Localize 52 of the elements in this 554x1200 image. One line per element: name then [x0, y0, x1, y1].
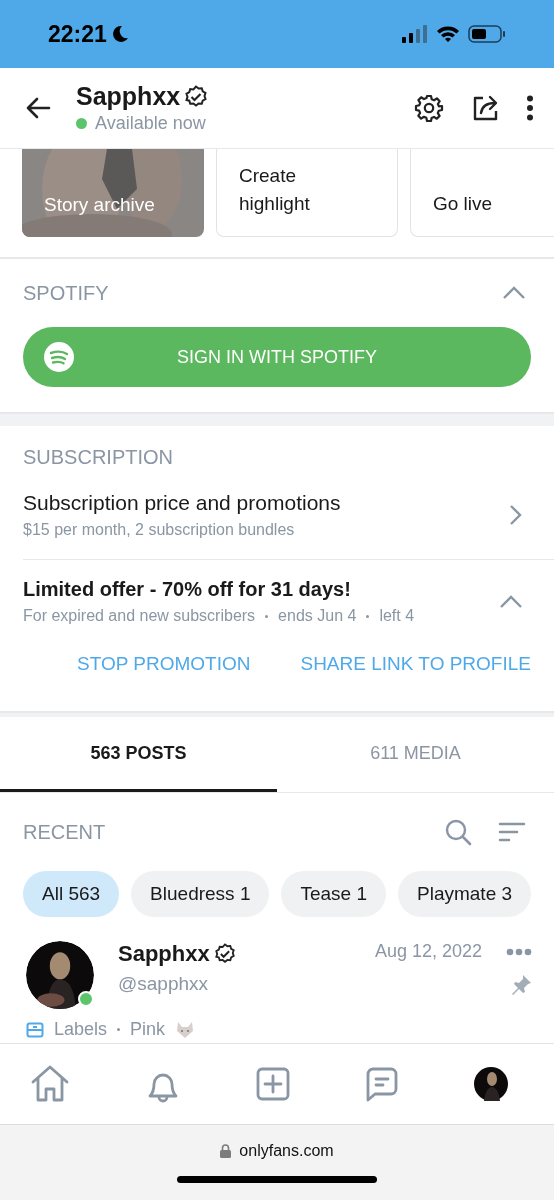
section-title: SUBSCRIPTION — [23, 446, 175, 469]
offer-detail: For expired and new subscribers — [23, 607, 256, 625]
messages-icon[interactable] — [364, 1066, 400, 1102]
chevron-icon[interactable] — [502, 286, 526, 300]
offer-title: Limited offer - 70% off for 31 days! — [23, 578, 352, 601]
settings-icon[interactable] — [414, 93, 444, 123]
profile-name: Sapphxx — [76, 82, 181, 111]
separator-dot — [117, 1028, 121, 1031]
profile-avatar[interactable] — [474, 1067, 508, 1101]
label-icon — [26, 1021, 44, 1038]
subscription-price-row[interactable]: Subscription price and promotions $15 per month, 2 subscription bundles — [23, 491, 554, 539]
tile-label: Story archive — [44, 193, 155, 217]
author-handle: @sapphxx — [118, 973, 210, 995]
chevron-icon[interactable] — [499, 594, 523, 609]
row-title: Subscription price and promotions — [23, 491, 342, 515]
filter-chip[interactable]: Playmate 3 — [398, 871, 532, 917]
section-title: RECENT — [23, 820, 106, 844]
tile-label: Create highlight — [239, 164, 311, 216]
post-label: Labels — [54, 1019, 108, 1040]
post-label: Pink — [130, 1019, 166, 1040]
tile-label: Go live — [433, 192, 493, 216]
story-action-tile[interactable]: Go live — [410, 149, 554, 237]
filter-chip[interactable]: Bluedress 1 — [131, 871, 270, 917]
add-post-icon[interactable] — [256, 1067, 290, 1101]
offer-detail: left 4 — [379, 607, 415, 625]
moon-icon — [110, 25, 129, 43]
row-detail: $15 per month, 2 subscription bundles — [23, 521, 296, 539]
animal-face-icon — [175, 1020, 196, 1039]
battery-icon — [468, 25, 506, 43]
clock-time: 22:21 — [48, 20, 107, 48]
search-icon[interactable] — [444, 818, 472, 846]
separator-dot — [366, 614, 370, 618]
post-date: Aug 12, 2022 — [374, 941, 482, 962]
wifi-icon — [436, 25, 460, 43]
author-name: Sapphxx — [118, 941, 210, 967]
tab[interactable]: 563 POSTS — [0, 717, 277, 792]
story-action-tile[interactable]: Create highlight — [216, 149, 398, 237]
spotify-icon — [43, 341, 75, 373]
avatar[interactable] — [26, 941, 94, 1009]
signal-icon — [402, 25, 428, 43]
lock-icon — [220, 1144, 232, 1158]
filter-chip[interactable]: Tease 1 — [281, 871, 386, 917]
section-title: SPOTIFY — [23, 281, 109, 305]
separator-dot — [265, 614, 269, 618]
filter-chip[interactable]: All 563 — [23, 871, 120, 917]
url-text[interactable]: onlyfans.com — [239, 1142, 334, 1160]
home-icon[interactable] — [30, 1065, 70, 1103]
sort-icon[interactable] — [498, 821, 526, 843]
offer-detail: ends Jun 4 — [278, 607, 357, 625]
availability-status: Available now — [95, 113, 206, 134]
more-options-icon[interactable] — [526, 95, 534, 121]
chevron-right-icon — [509, 504, 523, 526]
